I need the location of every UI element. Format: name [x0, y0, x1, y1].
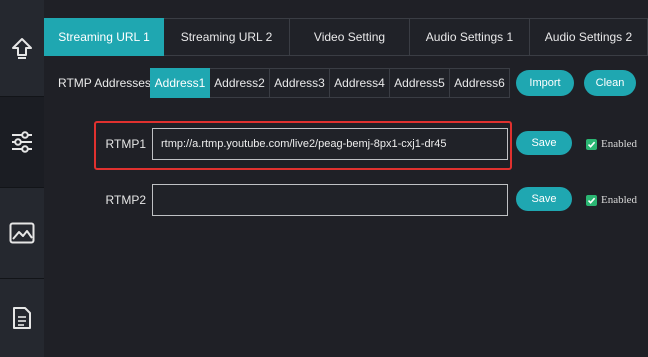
rtmp2-row: RTMP2 Save Enabled [44, 184, 648, 216]
import-button[interactable]: Import [516, 70, 574, 96]
address-tabs: Address1 Address2 Address3 Address4 Addr… [150, 68, 510, 98]
tab-audio-settings-2[interactable]: Audio Settings 2 [530, 18, 648, 56]
rtmp1-row: RTMP1 Save Enabled [44, 128, 648, 160]
tab-streaming-url-1[interactable]: Streaming URL 1 [44, 18, 164, 56]
rtmp2-url-input[interactable] [152, 184, 508, 216]
rtmp2-enabled-label: Enabled [601, 194, 638, 206]
rtmp2-save-button[interactable]: Save [516, 187, 572, 211]
address-tab-6[interactable]: Address6 [450, 68, 510, 98]
tab-streaming-url-2[interactable]: Streaming URL 2 [164, 18, 290, 56]
rtmp2-enabled-checkbox[interactable] [586, 194, 597, 206]
sidebar [0, 0, 44, 357]
sidebar-item-document[interactable] [0, 279, 44, 357]
address-tab-5[interactable]: Address5 [390, 68, 450, 98]
address-tab-1[interactable]: Address1 [150, 68, 210, 98]
sliders-icon [10, 131, 34, 153]
rtmp1-label: RTMP1 [105, 137, 146, 151]
sidebar-item-upload[interactable] [0, 0, 44, 97]
address-tab-2[interactable]: Address2 [210, 68, 270, 98]
sidebar-item-settings[interactable] [0, 97, 44, 188]
tab-bar: Streaming URL 1 Streaming URL 2 Video Se… [44, 18, 648, 56]
image-icon [9, 222, 35, 244]
tab-audio-settings-1[interactable]: Audio Settings 1 [410, 18, 530, 56]
rtmp1-save-button[interactable]: Save [516, 131, 572, 155]
rtmp2-enabled-toggle[interactable]: Enabled [586, 184, 637, 216]
main-panel: Streaming URL 1 Streaming URL 2 Video Se… [44, 0, 648, 357]
document-icon [12, 306, 32, 330]
app-window: Streaming URL 1 Streaming URL 2 Video Se… [0, 0, 648, 357]
sidebar-item-image[interactable] [0, 188, 44, 279]
rtmp1-enabled-label: Enabled [601, 138, 638, 150]
address-tab-4[interactable]: Address4 [330, 68, 390, 98]
address-tab-3[interactable]: Address3 [270, 68, 330, 98]
rtmp2-label: RTMP2 [105, 193, 146, 207]
tab-video-setting[interactable]: Video Setting [290, 18, 410, 56]
rtmp-addresses-label: RTMP Addresses [58, 76, 151, 90]
rtmp1-enabled-toggle[interactable]: Enabled [586, 128, 637, 160]
clean-button[interactable]: Clean [584, 70, 636, 96]
rtmp1-enabled-checkbox[interactable] [586, 138, 597, 150]
rtmp1-url-input[interactable] [152, 128, 508, 160]
upload-icon [11, 36, 33, 60]
